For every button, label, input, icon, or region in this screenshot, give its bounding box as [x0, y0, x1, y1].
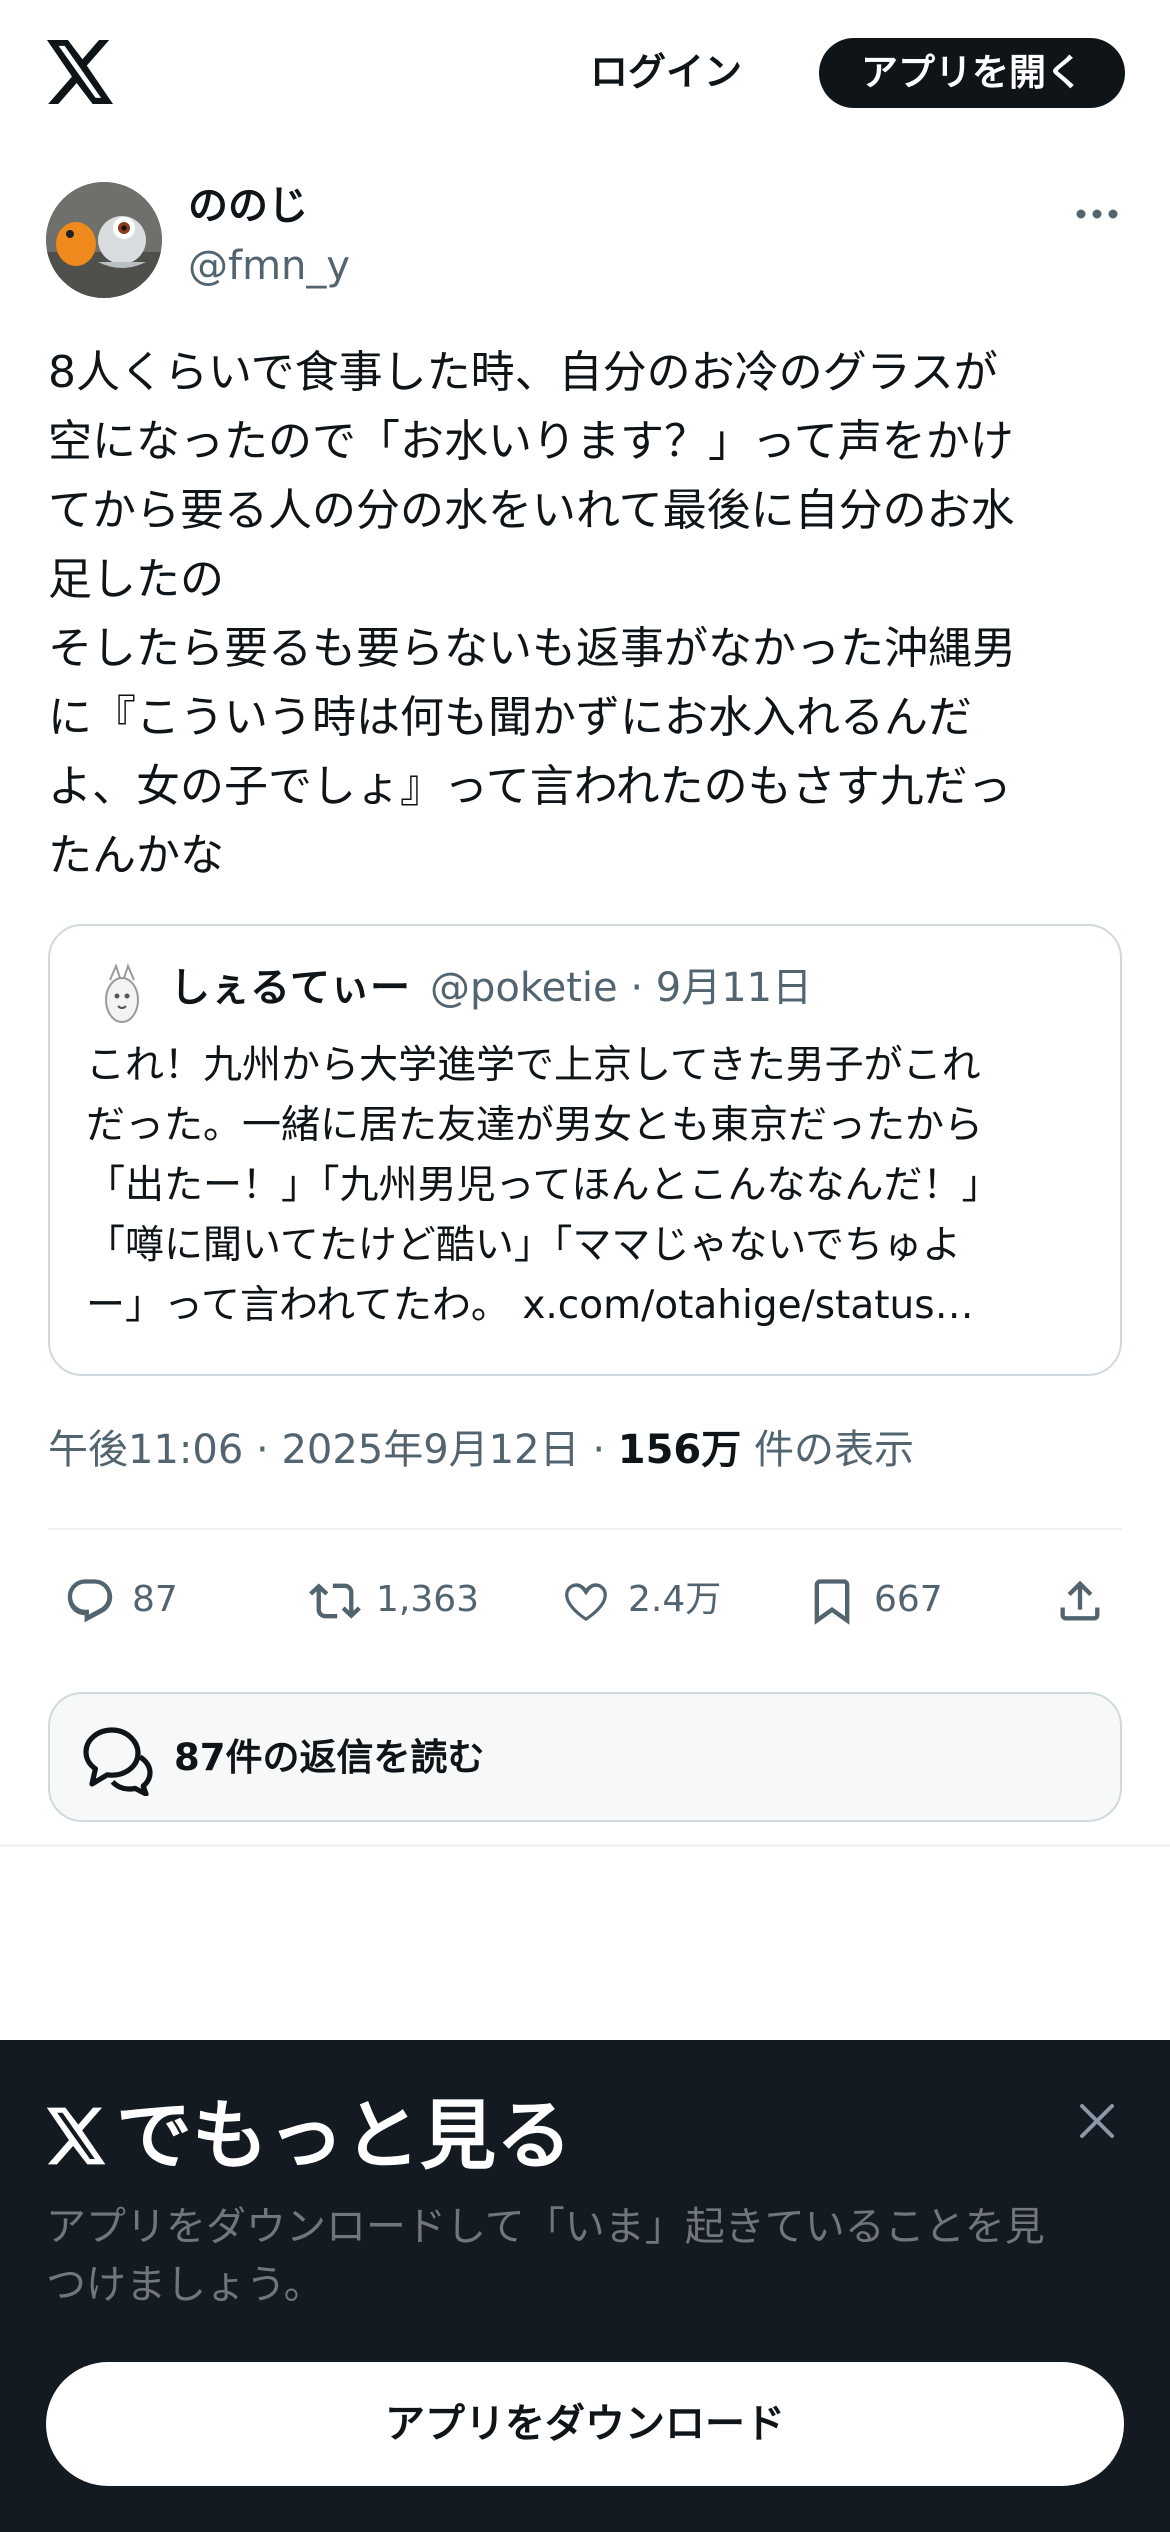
- x-logo-icon[interactable]: [46, 40, 116, 104]
- quote-avatar: [90, 958, 154, 1030]
- author-handle[interactable]: @fmn_y: [188, 240, 350, 292]
- sheet-title-text: でもっと見る: [116, 2091, 572, 2180]
- app-promo-sheet: でもっと見る アプリをダウンロードして「いま」起きていることを見 つけましょう。…: [0, 2040, 1170, 2532]
- quote-author-name: しぇるてぃー: [170, 965, 410, 1011]
- views-label: 件の表示: [753, 1427, 914, 1473]
- share-icon: [1060, 1580, 1100, 1621]
- reply-icon: [67, 1579, 113, 1623]
- top-bar: ログイン アプリを開く: [0, 0, 1170, 150]
- reply-button[interactable]: 87: [60, 1570, 220, 1630]
- more-options-icon[interactable]: [1072, 196, 1122, 232]
- divider: [48, 1528, 1122, 1530]
- sheet-title: でもっと見る: [46, 2086, 572, 2186]
- quoted-tweet-card[interactable]: しぇるてぃー @poketie · 9月11日 これ！九州から大学進学で上京して…: [48, 924, 1122, 1376]
- author-avatar[interactable]: [46, 182, 162, 298]
- tweet-date[interactable]: 2025年9月12日: [281, 1427, 579, 1473]
- views-count: 156万: [617, 1427, 742, 1473]
- repost-count: 1,363: [376, 1579, 480, 1620]
- download-app-button[interactable]: アプリをダウンロード: [46, 2362, 1124, 2486]
- reply-count: 87: [132, 1579, 178, 1620]
- like-button[interactable]: 2.4万: [556, 1570, 736, 1630]
- tweet-text: 8人くらいで食事した時、自分のお冷のグラスが 空になったので「お水いります？」っ…: [48, 347, 1016, 881]
- bookmark-icon: [814, 1579, 850, 1625]
- tweet-time[interactable]: 午後11:06: [48, 1427, 243, 1473]
- heart-icon: [565, 1583, 607, 1621]
- like-count: 2.4万: [628, 1579, 722, 1620]
- close-icon[interactable]: [1074, 2098, 1120, 2144]
- quote-author-meta: @poketie · 9月11日: [430, 965, 813, 1011]
- author-name[interactable]: ののじ: [188, 180, 308, 232]
- login-link[interactable]: ログイン: [590, 42, 742, 102]
- separator: ·: [256, 1427, 269, 1473]
- separator: ·: [592, 1427, 606, 1473]
- conversation-icon: [83, 1727, 153, 1796]
- bookmark-button[interactable]: 667: [802, 1570, 972, 1630]
- divider: [0, 1844, 1170, 1847]
- read-replies-button[interactable]: 87件の返信を読む: [48, 1692, 1122, 1822]
- open-app-button[interactable]: アプリを開く: [819, 38, 1125, 108]
- sheet-subtitle: アプリをダウンロードして「いま」起きていることを見 つけましょう。: [46, 2204, 1045, 2308]
- tweet-meta: 午後11:06 · 2025年9月12日 · 156万 件の表示: [48, 1422, 914, 1478]
- read-replies-label: 87件の返信を読む: [174, 1736, 485, 1779]
- quote-text: これ！九州から大学進学で上京してきた男子がこれ だった。一緒に居た友達が男女とも…: [86, 1043, 1001, 1328]
- share-button[interactable]: [1050, 1570, 1110, 1630]
- bookmark-count: 667: [874, 1579, 943, 1620]
- x-logo-icon: [46, 2092, 108, 2165]
- repost-icon: [309, 1583, 361, 1619]
- repost-button[interactable]: 1,363: [304, 1570, 504, 1630]
